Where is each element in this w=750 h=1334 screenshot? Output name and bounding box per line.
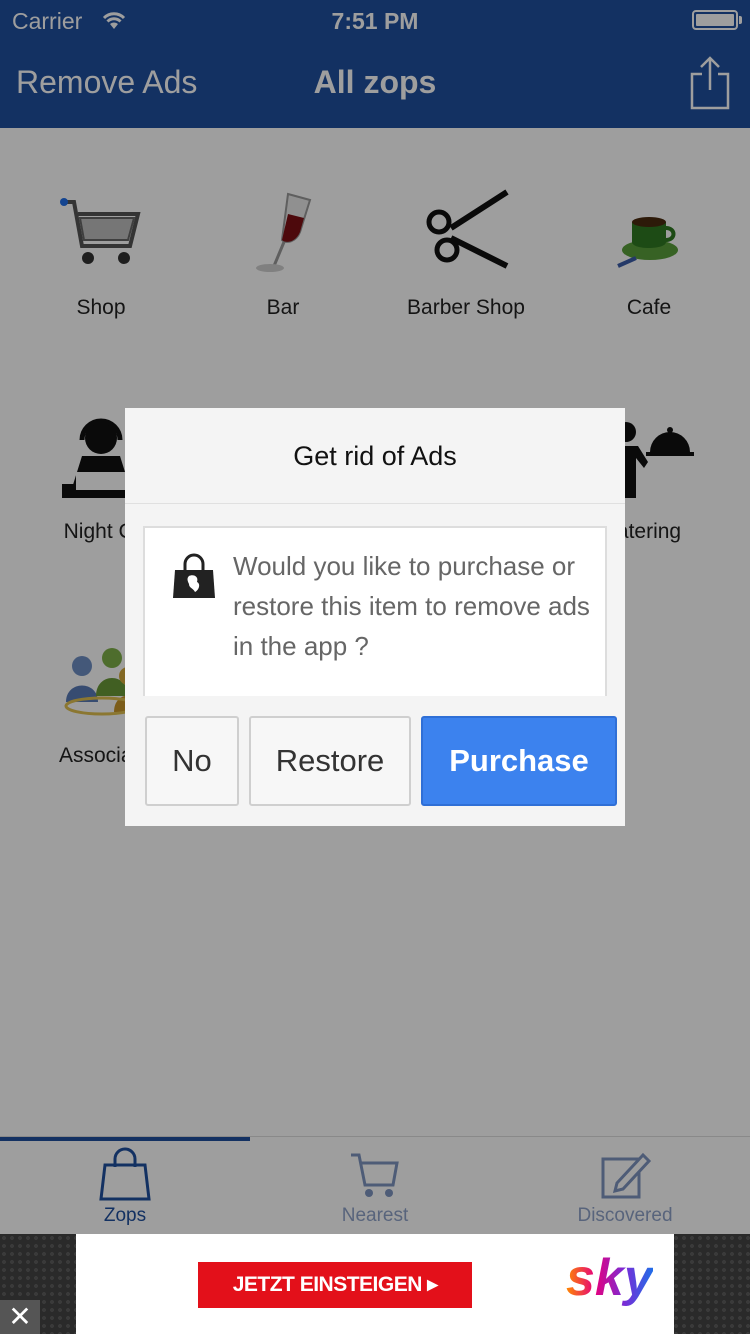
close-icon[interactable]: ✕: [0, 1300, 40, 1334]
shopping-bag-icon: [171, 552, 217, 605]
dialog-body: Would you like to purchase or restore th…: [143, 526, 607, 696]
no-button[interactable]: No: [145, 716, 239, 806]
dialog-title: Get rid of Ads: [125, 408, 625, 504]
dialog-message: Would you like to purchase or restore th…: [233, 551, 590, 661]
purchase-button[interactable]: Purchase: [421, 716, 617, 806]
sky-logo: sky: [566, 1249, 653, 1307]
ad-cta-button[interactable]: JETZT EINSTEIGEN ▸: [198, 1262, 472, 1308]
ad-content[interactable]: JETZT EINSTEIGEN ▸ sky: [76, 1234, 674, 1334]
ad-banner: JETZT EINSTEIGEN ▸ sky ✕: [0, 1234, 750, 1334]
remove-ads-dialog: Get rid of Ads Would you like to purchas…: [125, 408, 625, 826]
restore-button[interactable]: Restore: [249, 716, 411, 806]
